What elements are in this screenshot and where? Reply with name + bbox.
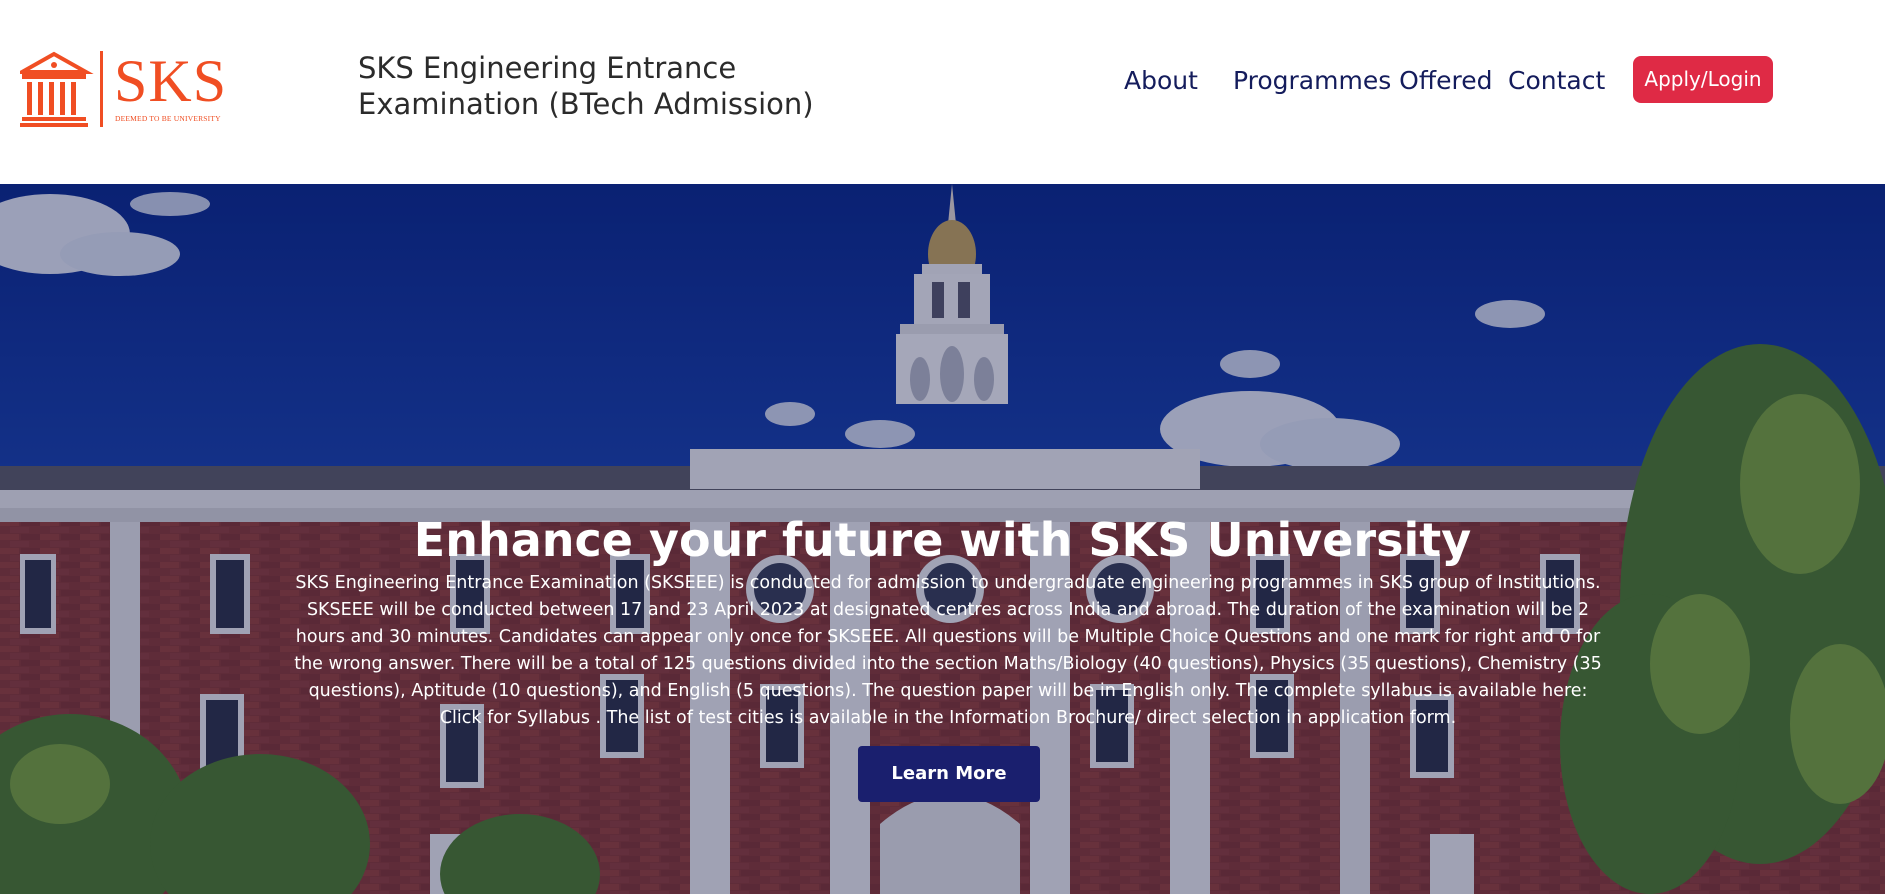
- site-header: SKS DEEMED TO BE UNIVERSITY SKS Engineer…: [0, 0, 1885, 184]
- nav-contact[interactable]: Contact: [1508, 62, 1605, 100]
- nav-about[interactable]: About: [1124, 62, 1198, 100]
- hero-description: SKS Engineering Entrance Examination (SK…: [294, 573, 1602, 728]
- apply-login-button[interactable]: Apply/Login: [1633, 56, 1773, 103]
- logo-text: SKS: [114, 48, 228, 114]
- site-title: SKS Engineering Entrance Examination (BT…: [358, 51, 814, 121]
- nav-programmes-offered[interactable]: Programmes Offered: [1233, 62, 1492, 100]
- learn-more-button[interactable]: Learn More: [858, 746, 1040, 802]
- logo-tagline: DEEMED TO BE UNIVERSITY: [115, 114, 221, 123]
- hero-heading: Enhance your future with SKS University: [413, 513, 1472, 567]
- hero-section: Enhance your future with SKS University …: [0, 184, 1885, 894]
